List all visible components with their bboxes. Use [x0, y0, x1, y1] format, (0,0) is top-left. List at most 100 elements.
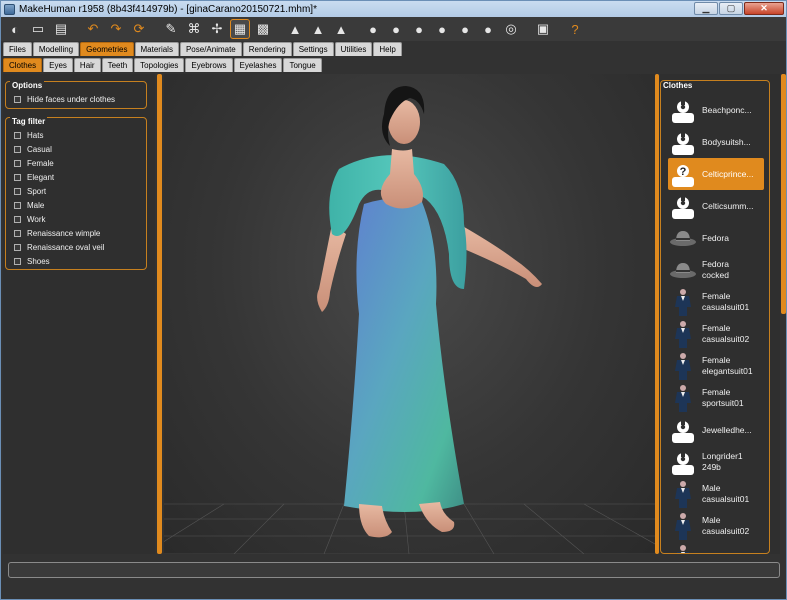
tab-rendering[interactable]: Rendering: [242, 42, 292, 56]
tag-filter-row[interactable]: Male: [6, 198, 146, 212]
tag-filter-row[interactable]: Casual: [6, 142, 146, 156]
hat-thumbnail-icon: [668, 255, 698, 285]
side-view-icon[interactable]: ▲: [308, 19, 328, 39]
tag-filter-label: Renaissance oval veil: [27, 242, 105, 252]
tag-filter-row[interactable]: Renaissance wimple: [6, 226, 146, 240]
subtab-hair[interactable]: Hair: [73, 58, 101, 72]
hat-thumbnail-icon: [668, 223, 698, 253]
tab-settings[interactable]: Settings: [292, 42, 334, 56]
head-back-icon[interactable]: ●: [386, 19, 406, 39]
tag-filter-row[interactable]: Elegant: [6, 170, 146, 184]
human-model-render: [164, 86, 655, 554]
tag-filter-row[interactable]: Hats: [6, 128, 146, 142]
clothes-item-label: Celticsumm...: [702, 200, 754, 211]
main-tab-bar: Files Modelling Geometries Materials Pose/An…: [3, 42, 402, 56]
grid-icon[interactable]: ▦: [230, 19, 250, 39]
tag-filter-row[interactable]: Sport: [6, 184, 146, 198]
smooth-icon[interactable]: ✎: [161, 19, 181, 39]
close-button[interactable]: ✕: [744, 2, 784, 15]
tab-pose-animate[interactable]: Pose/Animate: [179, 42, 242, 56]
viewport-scrollbar[interactable]: [655, 74, 659, 554]
question-thumbnail-icon: ?: [668, 159, 698, 189]
clothes-item[interactable]: Male casualsuit01: [668, 478, 764, 510]
help-icon[interactable]: ?: [565, 19, 585, 39]
clothes-item[interactable]: Female elegantsuit01: [668, 350, 764, 382]
checkbox[interactable]: [14, 201, 21, 209]
clothes-item[interactable]: ? Celticprince...: [668, 158, 764, 190]
tab-geometries[interactable]: Geometries: [80, 42, 134, 56]
clothes-item[interactable]: Bodysuitsh...: [668, 126, 764, 158]
tab-help[interactable]: Help: [373, 42, 402, 56]
redo-icon[interactable]: ↷: [106, 19, 126, 39]
checkbox[interactable]: [14, 243, 21, 251]
top-view-icon[interactable]: ▲: [331, 19, 351, 39]
clothes-item[interactable]: Female sportsuit01: [668, 382, 764, 414]
subtab-eyelashes[interactable]: Eyelashes: [233, 58, 283, 72]
subtab-teeth[interactable]: Teeth: [101, 58, 134, 72]
options-group: Options Hide faces under clothes: [5, 81, 147, 109]
checkbox[interactable]: [14, 215, 21, 223]
checkbox[interactable]: [14, 187, 21, 195]
clothes-group: Clothes Beachponc... Bodysuitsh...? Celtic…: [660, 80, 770, 554]
option-row[interactable]: Hide faces under clothes: [6, 92, 146, 106]
head-top-icon[interactable]: ●: [455, 19, 475, 39]
clothes-item[interactable]: Longrider1 249b: [668, 446, 764, 478]
head-right-icon[interactable]: ●: [432, 19, 452, 39]
maximize-button[interactable]: ▢: [719, 2, 743, 15]
notfound-thumbnail-icon: [668, 95, 698, 125]
toggle-mode-icon[interactable]: ◐: [5, 19, 25, 39]
reset-icon[interactable]: ⟳: [129, 19, 149, 39]
minimize-button[interactable]: ▁: [694, 2, 718, 15]
clothes-item[interactable]: Fedora: [668, 222, 764, 254]
tag-filter-row[interactable]: Female: [6, 156, 146, 170]
title-bar: MakeHuman r1958 (8b43f414979b) - [ginaCa…: [1, 1, 786, 17]
head-left-icon[interactable]: ●: [409, 19, 429, 39]
subtab-topologies[interactable]: Topologies: [134, 58, 185, 72]
clothes-item[interactable]: Male casualsuit02: [668, 510, 764, 542]
head-bottom-icon[interactable]: ●: [478, 19, 498, 39]
clothes-item[interactable]: Male: [668, 542, 764, 554]
tab-materials[interactable]: Materials: [134, 42, 179, 56]
tag-filter-row[interactable]: Shoes: [6, 254, 146, 268]
skeleton-icon[interactable]: ✢: [207, 19, 227, 39]
reset-camera-icon[interactable]: ◎: [501, 19, 521, 39]
checkbox[interactable]: [14, 145, 21, 153]
front-view-icon[interactable]: ▲: [285, 19, 305, 39]
clothes-item-label: Female casualsuit02: [702, 323, 750, 344]
save-icon[interactable]: ▭: [28, 19, 48, 39]
clothes-item[interactable]: Celticsumm...: [668, 190, 764, 222]
wireframe-icon[interactable]: ⌘: [184, 19, 204, 39]
checkbox[interactable]: [14, 159, 21, 167]
tag-filter-row[interactable]: Work: [6, 212, 146, 226]
window-title: MakeHuman r1958 (8b43f414979b) - [ginaCa…: [19, 3, 317, 15]
left-panel-scrollbar[interactable]: [157, 74, 162, 554]
tab-modelling[interactable]: Modelling: [32, 42, 80, 56]
subtab-clothes[interactable]: Clothes: [3, 58, 43, 72]
export-icon[interactable]: ▤: [51, 19, 71, 39]
subtab-eyebrows[interactable]: Eyebrows: [185, 58, 233, 72]
tag-filter-label: Shoes: [27, 256, 50, 266]
clothes-item-label: Male: [702, 553, 720, 554]
3d-viewport[interactable]: [164, 74, 655, 554]
subtab-tongue[interactable]: Tongue: [283, 58, 322, 72]
checkbox[interactable]: [14, 229, 21, 237]
undo-icon[interactable]: ↶: [83, 19, 103, 39]
head-front-icon[interactable]: ●: [363, 19, 383, 39]
checker-icon[interactable]: ▩: [253, 19, 273, 39]
clothes-item-label: Female elegantsuit01: [702, 355, 753, 376]
tag-filter-row[interactable]: Renaissance oval veil: [6, 240, 146, 254]
clothes-item[interactable]: Female casualsuit01: [668, 286, 764, 318]
tab-files[interactable]: Files: [3, 42, 32, 56]
subtab-eyes[interactable]: Eyes: [43, 58, 73, 72]
clothes-item[interactable]: Female casualsuit02: [668, 318, 764, 350]
checkbox[interactable]: [14, 173, 21, 181]
right-panel-scrollbar[interactable]: [781, 74, 786, 314]
checkbox[interactable]: [14, 95, 21, 103]
clothes-item[interactable]: Beachponc...: [668, 94, 764, 126]
checkbox[interactable]: [14, 131, 21, 139]
screenshot-icon[interactable]: ▣: [533, 19, 553, 39]
checkbox[interactable]: [14, 257, 21, 265]
clothes-item[interactable]: Fedora cocked: [668, 254, 764, 286]
clothes-item[interactable]: Jewelledhe...: [668, 414, 764, 446]
tab-utilities[interactable]: Utilities: [334, 42, 373, 56]
